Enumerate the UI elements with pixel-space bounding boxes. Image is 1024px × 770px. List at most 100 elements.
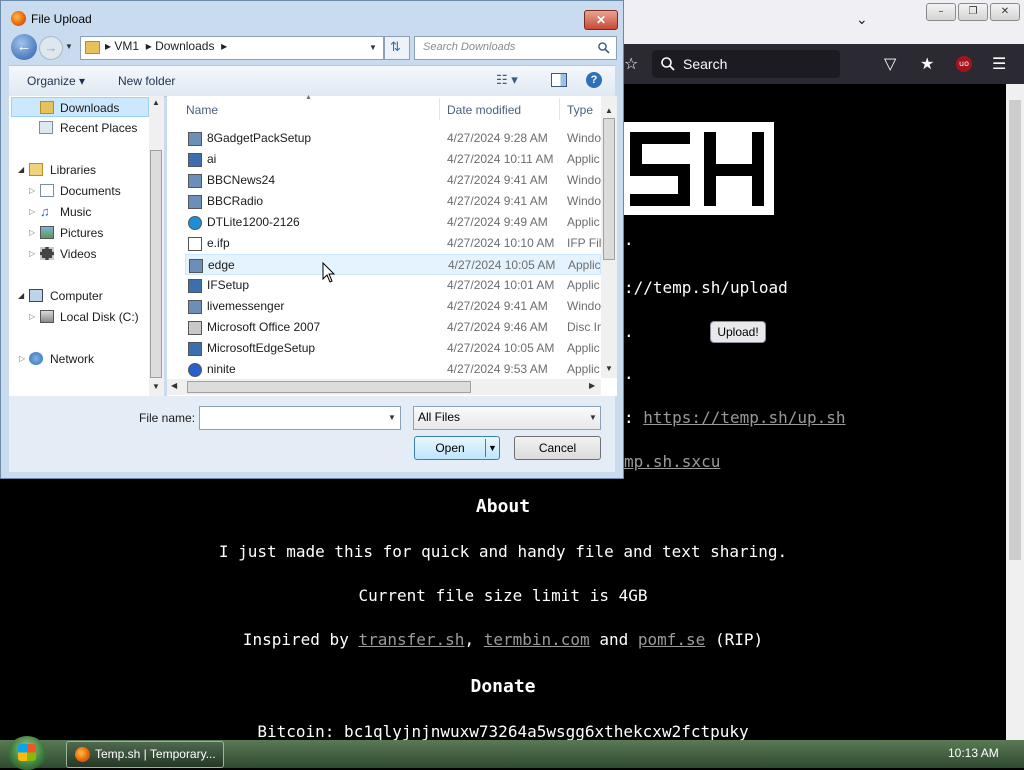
start-button[interactable]: [8, 736, 46, 770]
organize-button[interactable]: Organize ▾: [27, 74, 85, 88]
nav-item-recent-places[interactable]: Recent Places: [9, 118, 149, 138]
open-button[interactable]: Open ▼: [414, 436, 500, 460]
file-icon: [188, 174, 202, 188]
expand-icon[interactable]: ▷: [29, 181, 35, 201]
expand-icon[interactable]: ▷: [29, 244, 35, 264]
view-options-icon[interactable]: ☷ ▾: [496, 72, 518, 88]
file-icon: [188, 321, 202, 335]
preview-pane-icon[interactable]: [551, 73, 567, 87]
file-date: 4/27/2024 9:49 AM: [447, 215, 548, 229]
file-row[interactable]: edge 4/27/2024 10:05 AM Applic: [185, 254, 601, 275]
file-row[interactable]: BBCNews24 4/27/2024 9:41 AM Windo: [185, 170, 601, 191]
sxcu-link[interactable]: mp.sh.sxcu: [624, 452, 720, 471]
file-list-vscroll-thumb[interactable]: [603, 118, 615, 260]
file-icon: [188, 195, 202, 209]
file-type-dropdown-icon[interactable]: ▼: [589, 413, 597, 422]
nav-item-computer[interactable]: Computer: [9, 286, 149, 306]
nav-item-network[interactable]: ▷ Network: [9, 349, 149, 369]
nav-scrollbar[interactable]: ▲ ▼: [149, 96, 164, 396]
expand-icon[interactable]: ▷: [29, 223, 35, 243]
folder-icon: [85, 41, 100, 54]
file-row[interactable]: Microsoft Office 2007 4/27/2024 9:46 AM Di…: [185, 317, 604, 338]
column-divider[interactable]: [559, 98, 560, 120]
column-header-date[interactable]: Date modified: [447, 103, 521, 117]
transfer-link[interactable]: transfer.sh: [358, 630, 464, 649]
scroll-up-icon[interactable]: ▲: [152, 98, 160, 107]
column-divider[interactable]: [439, 98, 440, 120]
help-icon[interactable]: ?: [586, 72, 602, 88]
nav-item-downloads[interactable]: Downloads: [11, 97, 149, 117]
taskbar-clock[interactable]: 10:13 AM: [948, 746, 999, 760]
file-list-hscrollbar[interactable]: ◀ ▶: [167, 379, 601, 395]
file-list-hscroll-thumb[interactable]: [187, 381, 471, 393]
file-row[interactable]: livemessenger 4/27/2024 9:41 AM Windo: [185, 296, 601, 317]
address-bar[interactable]: ▸ VM1 ▸ Downloads ▸ ▼: [80, 36, 384, 60]
page-scrollbar-thumb[interactable]: [1009, 100, 1021, 560]
filename-input[interactable]: ▼: [199, 406, 401, 430]
expand-icon[interactable]: ▷: [19, 349, 25, 369]
close-button[interactable]: ✕: [990, 3, 1020, 21]
file-row[interactable]: e.ifp 4/27/2024 10:10 AM IFP File: [185, 233, 608, 254]
search-downloads-input[interactable]: Search Downloads: [414, 36, 617, 60]
nav-item-pictures[interactable]: ▷ Pictures: [9, 223, 149, 243]
breadcrumb-downloads[interactable]: Downloads: [155, 39, 214, 53]
column-header-type[interactable]: Type: [567, 103, 593, 117]
extensions-icon[interactable]: ★: [920, 54, 934, 73]
file-list-vscrollbar[interactable]: ▲ ▼: [601, 96, 617, 378]
back-button[interactable]: ←: [11, 34, 37, 60]
file-row[interactable]: DTLite1200-2126 4/27/2024 9:49 AM Applic: [185, 212, 601, 233]
dialog-close-button[interactable]: ✕: [584, 10, 618, 30]
file-icon: [188, 237, 202, 251]
column-header-name[interactable]: Name: [186, 103, 218, 117]
file-type-select[interactable]: All Files ▼: [413, 406, 601, 430]
termbin-link[interactable]: termbin.com: [484, 630, 590, 649]
file-row[interactable]: MicrosoftEdgeSetup 4/27/2024 10:05 AM Appl…: [185, 338, 601, 359]
nav-item-videos[interactable]: ▷ Videos: [9, 244, 149, 264]
new-folder-button[interactable]: New folder: [118, 74, 175, 88]
file-name: DTLite1200-2126: [207, 215, 300, 229]
page-scrollbar[interactable]: [1006, 84, 1024, 740]
refresh-button[interactable]: ⇅: [384, 36, 410, 60]
tab-list-chevron-icon[interactable]: ⌄: [856, 12, 868, 28]
expand-icon[interactable]: ▷: [29, 202, 35, 222]
menu-icon[interactable]: ☰: [992, 54, 1006, 73]
file-row[interactable]: ai 4/27/2024 10:11 AM Applic: [185, 149, 601, 170]
maximize-button[interactable]: ❐: [958, 3, 988, 21]
nav-item-music[interactable]: ▷ ♫ Music: [9, 202, 149, 222]
navigation-pane: Downloads Recent Places ◢ Libraries ▷ Do…: [9, 96, 164, 396]
open-dropdown-icon[interactable]: ▼: [488, 437, 497, 459]
cancel-button[interactable]: Cancel: [514, 436, 601, 460]
browser-search-box[interactable]: Search: [652, 50, 840, 78]
address-dropdown-icon[interactable]: ▼: [369, 43, 377, 52]
file-date: 4/27/2024 9:53 AM: [447, 362, 548, 376]
limit-text: Current file size limit is 4GB: [358, 586, 648, 605]
minimize-button[interactable]: –: [926, 3, 956, 21]
scroll-right-icon[interactable]: ▶: [589, 381, 595, 390]
scroll-down-icon[interactable]: ▼: [152, 382, 160, 391]
scroll-up-icon[interactable]: ▲: [605, 106, 613, 115]
expand-icon[interactable]: ▷: [29, 307, 35, 327]
ublock-icon[interactable]: uo: [956, 56, 972, 72]
file-row[interactable]: ninite 4/27/2024 9:53 AM Applic: [185, 359, 601, 380]
breadcrumb-vm1[interactable]: VM1: [114, 39, 139, 53]
scroll-down-icon[interactable]: ▼: [605, 364, 613, 373]
nav-item-documents[interactable]: ▷ Documents: [9, 181, 149, 201]
nav-scrollbar-thumb[interactable]: [150, 150, 162, 378]
pomf-link[interactable]: pomf.se: [638, 630, 705, 649]
file-row[interactable]: IFSetup 4/27/2024 10:01 AM Applic: [185, 275, 601, 296]
upload-button[interactable]: Upload!: [710, 321, 766, 343]
script-link[interactable]: https://temp.sh/up.sh: [643, 408, 845, 427]
search-icon[interactable]: [598, 42, 610, 54]
taskbar-item-firefox[interactable]: Temp.sh | Temporary...: [66, 741, 224, 768]
bookmark-star-icon[interactable]: ☆: [624, 54, 638, 73]
network-icon: [29, 352, 43, 365]
filename-dropdown-icon[interactable]: ▼: [388, 413, 396, 422]
scroll-left-icon[interactable]: ◀: [171, 381, 177, 390]
file-row[interactable]: BBCRadio 4/27/2024 9:41 AM Windo: [185, 191, 601, 212]
nav-item-libraries[interactable]: Libraries: [9, 160, 149, 180]
recent-pages-dropdown-icon[interactable]: ▼: [65, 42, 73, 51]
nav-item-local-disk[interactable]: ▷ Local Disk (C:): [9, 307, 149, 327]
forward-button[interactable]: →: [39, 36, 63, 60]
file-row[interactable]: 8GadgetPackSetup 4/27/2024 9:28 AM Windo: [185, 128, 601, 149]
pocket-icon[interactable]: ▽: [884, 54, 896, 73]
